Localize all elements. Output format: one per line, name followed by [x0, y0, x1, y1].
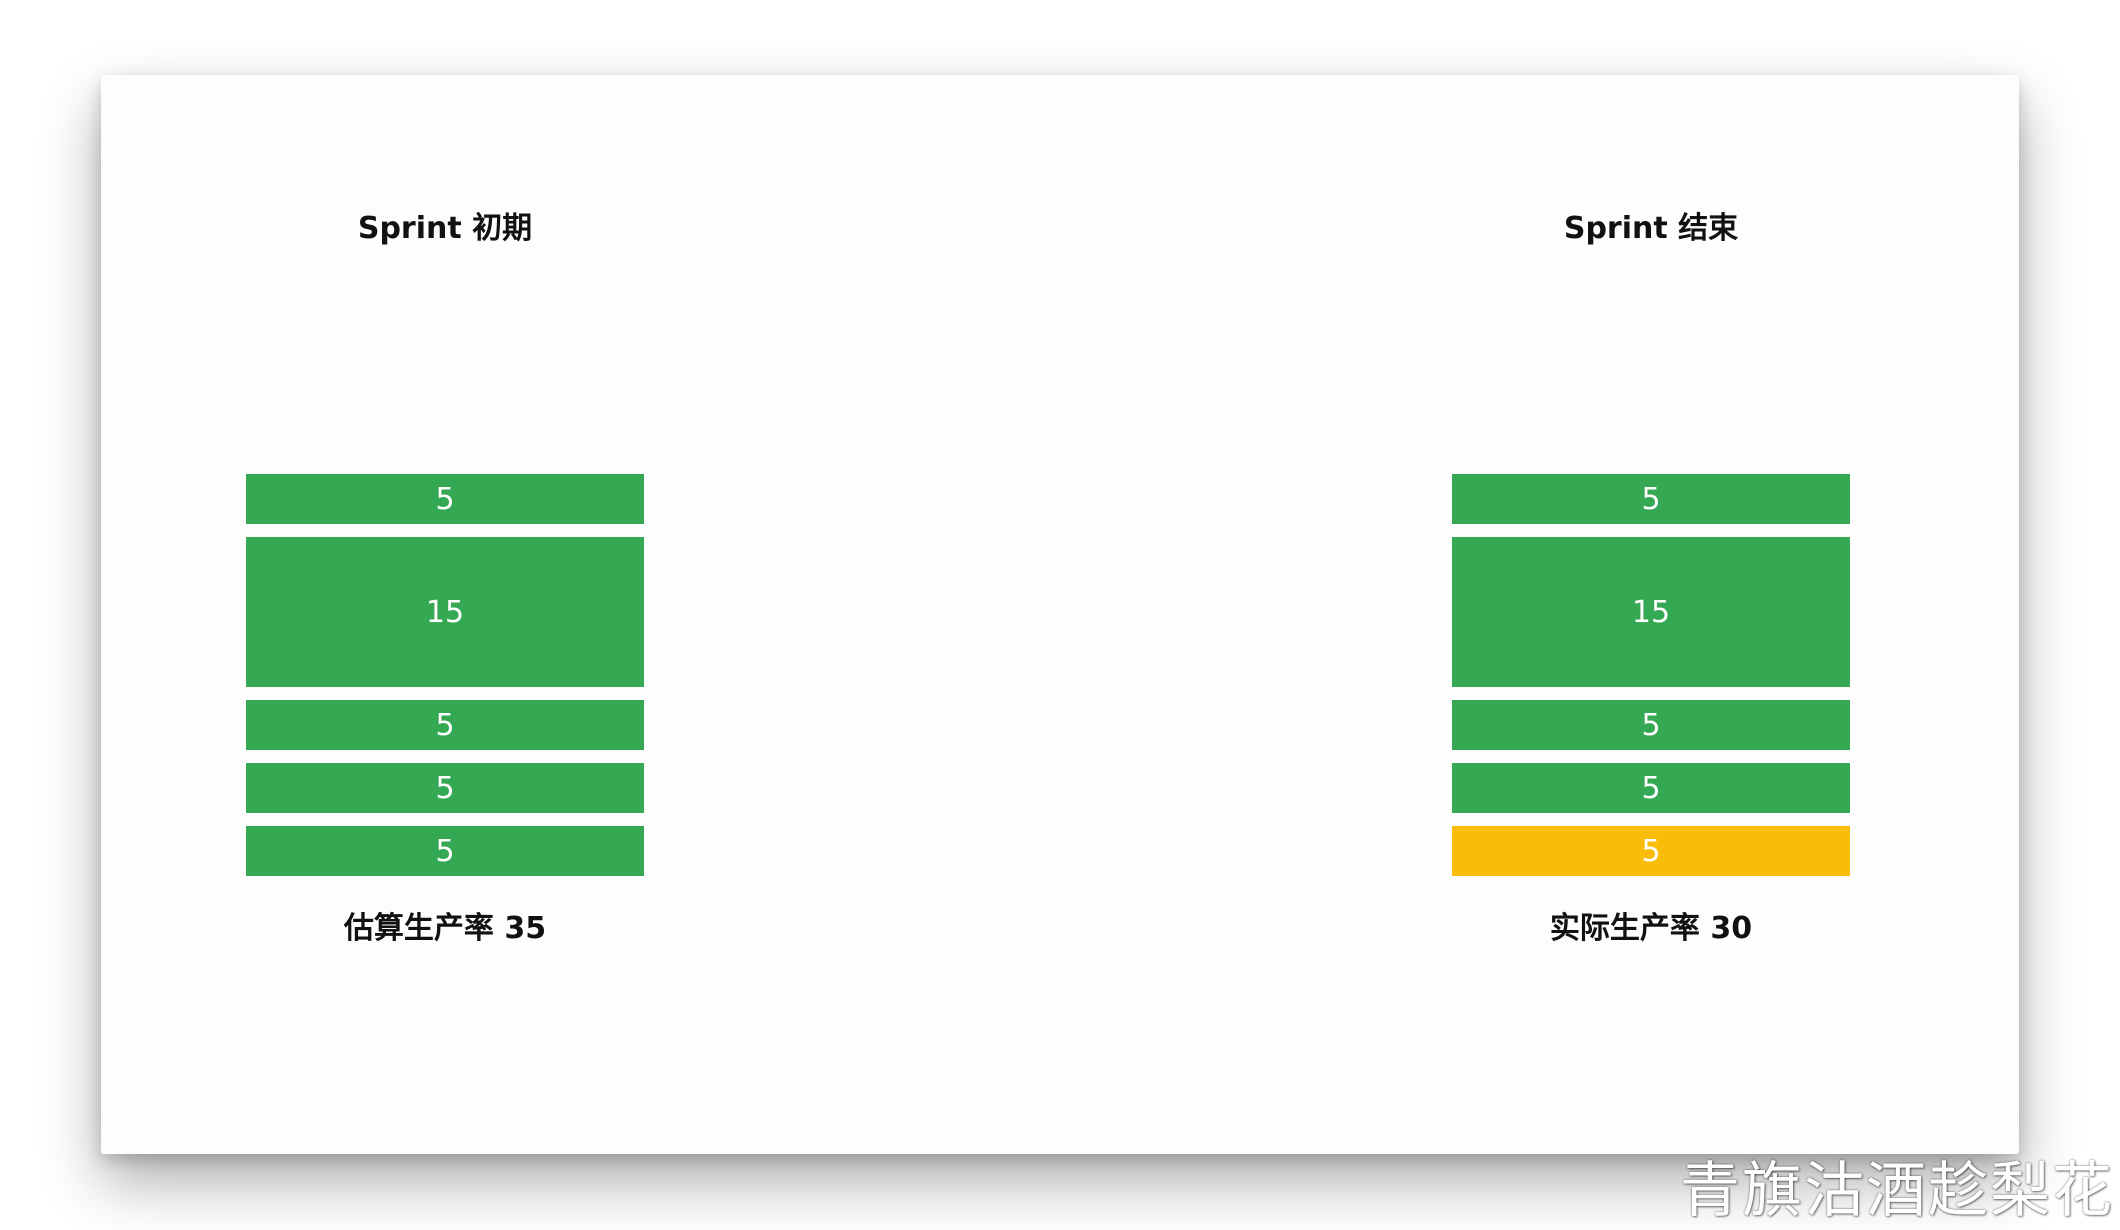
- estimated-velocity-caption: 估算生产率 35: [343, 911, 547, 946]
- slide-canvas: Sprint 初期 5 15 5 5 5 估算生产率 35 Sprint 结束 …: [101, 75, 2019, 1154]
- sprint-start-stack: 5 15 5 5 5: [246, 474, 644, 876]
- story-block: 15: [246, 537, 644, 687]
- sprint-start-title: Sprint 初期: [357, 211, 533, 246]
- watermark: 青旗沽酒趁梨花: [1680, 1156, 2114, 1226]
- story-block: 15: [1452, 537, 1850, 687]
- sprint-end-title: Sprint 结束: [1563, 211, 1739, 246]
- story-block: 5: [1452, 700, 1850, 750]
- story-block-incomplete: 5: [1452, 826, 1850, 876]
- sprint-end-stack: 5 15 5 5 5: [1452, 474, 1850, 876]
- story-block: 5: [246, 700, 644, 750]
- story-block: 5: [1452, 474, 1850, 524]
- story-block: 5: [246, 763, 644, 813]
- story-block: 5: [246, 826, 644, 876]
- story-block: 5: [1452, 763, 1850, 813]
- story-block: 5: [246, 474, 644, 524]
- actual-velocity-caption: 实际生产率 30: [1549, 911, 1753, 946]
